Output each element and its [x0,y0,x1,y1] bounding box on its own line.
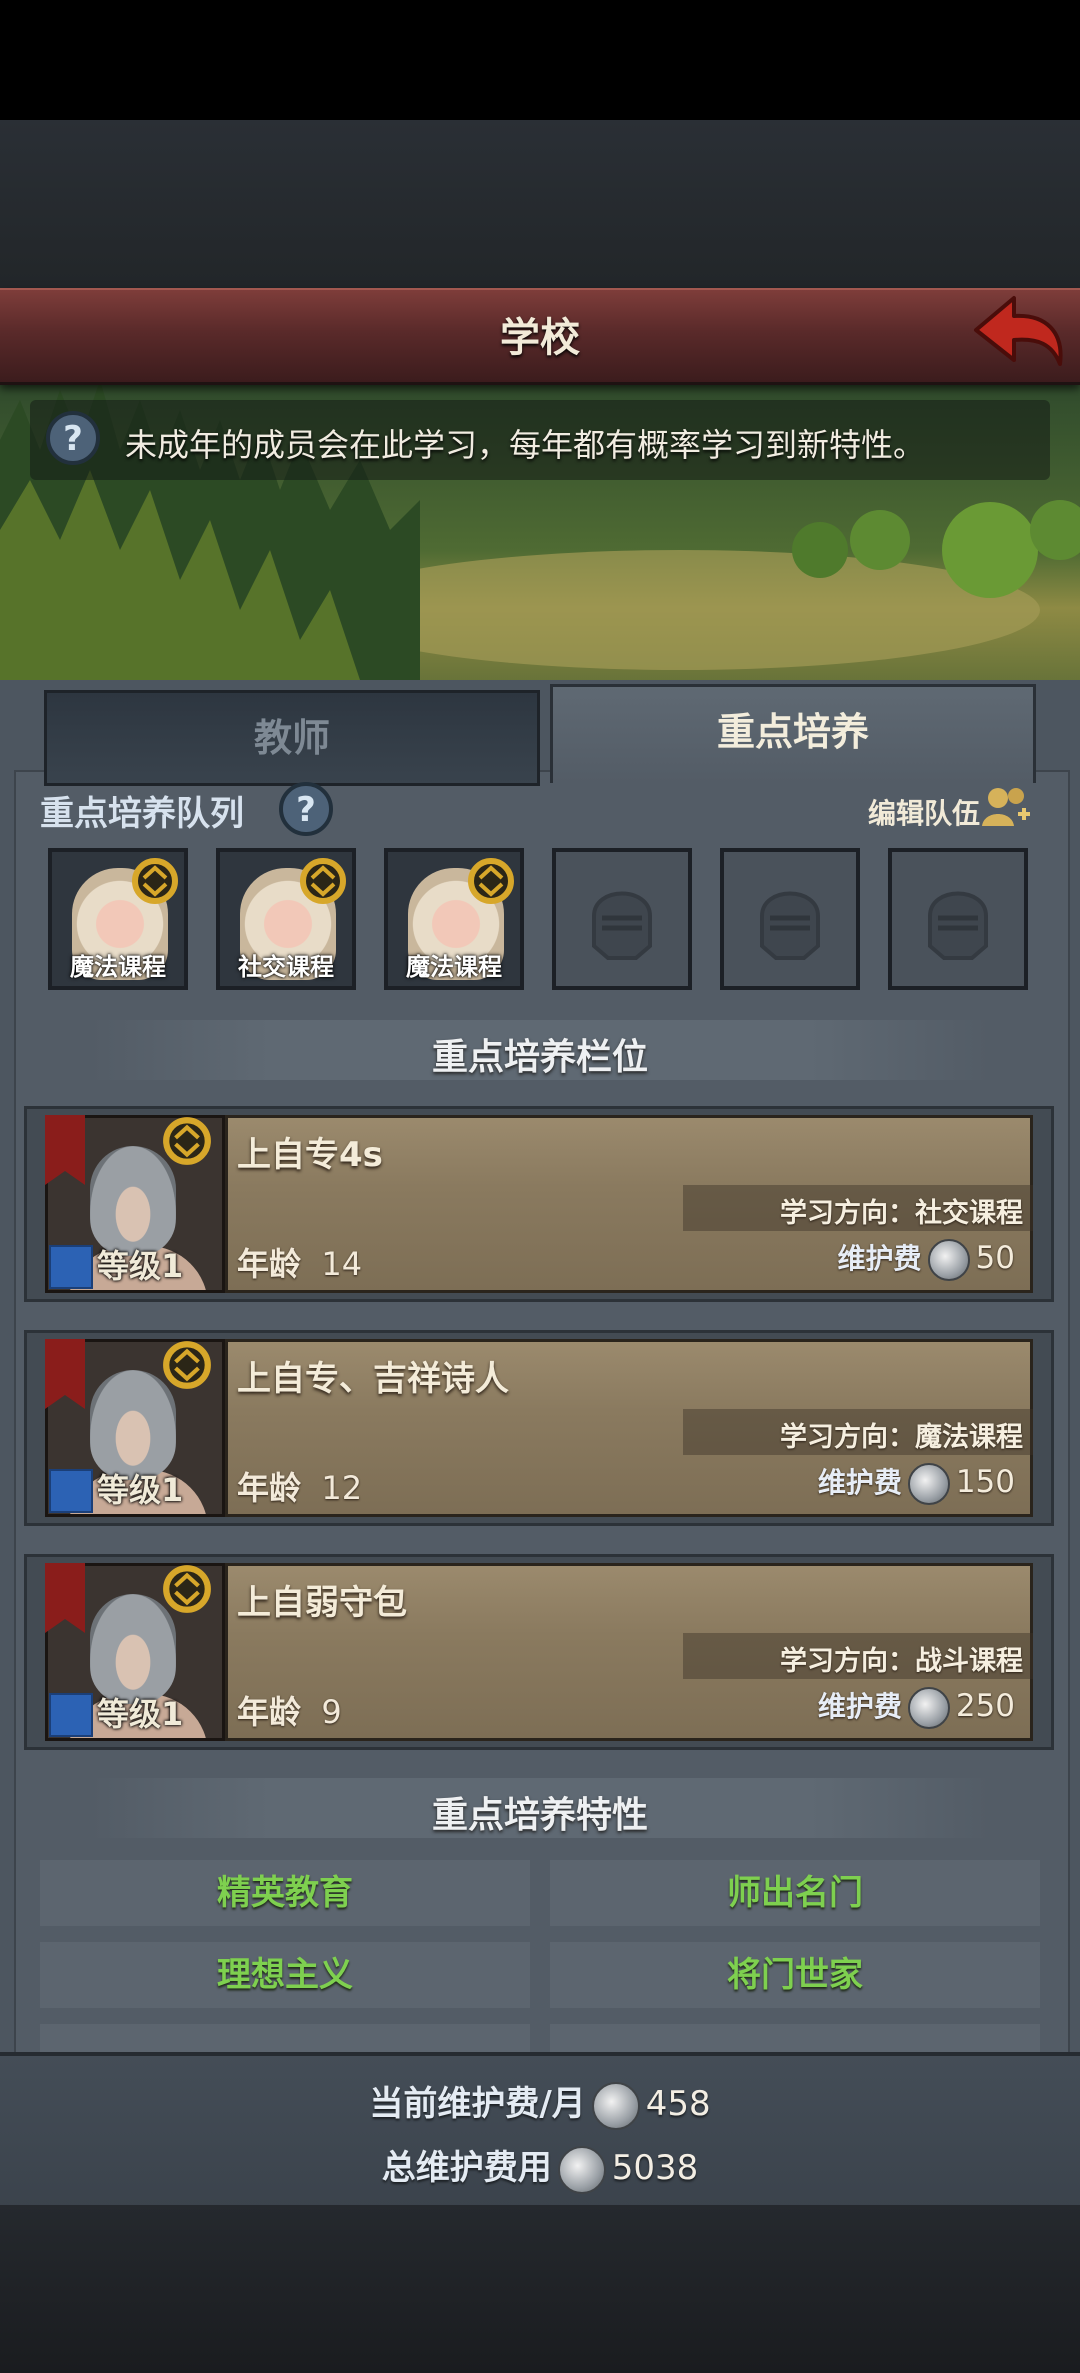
trait-item[interactable]: 理想主义 [40,1942,530,2008]
trait-item[interactable]: 将门世家 [550,1942,1040,2008]
swap-icon[interactable] [130,856,180,906]
member-fee: 维护费 250 [818,1685,1015,1729]
member-fee: 维护费 150 [818,1461,1015,1505]
swap-icon[interactable] [298,856,348,906]
member-level: 等级1 [97,1695,184,1733]
trait-item-partial[interactable] [550,2024,1040,2054]
learning-direction: 学习方向：战斗课程 [780,1646,1023,1677]
back-arrow-icon[interactable] [968,292,1068,372]
slot-course: 魔法课程 [406,953,502,981]
member-age: 年龄 14 [237,1245,363,1283]
bottom-backdrop [0,2205,1080,2373]
empty-helmet-icon [592,891,652,960]
sword-class-icon [49,1245,93,1289]
tab-focus-training[interactable]: 重点培养 [550,684,1036,783]
swap-icon[interactable] [161,1563,213,1615]
member-card[interactable]: 等级1 上自弱守包 学习方向：战斗课程 年龄 9 维护费 250 [24,1554,1054,1750]
edit-team-label[interactable]: 编辑队伍 [868,792,980,832]
empty-queue-slot[interactable] [888,848,1028,990]
total-fee: 总维护费用 5038 [0,2140,1080,2194]
silver-coin-icon [557,2145,606,2194]
learning-direction: 学习方向：魔法课程 [780,1422,1023,1453]
hint-text: 未成年的成员会在此学习，每年都有概率学习到新特性。 [125,426,926,464]
queue-slot[interactable]: 魔法课程 [48,848,188,990]
queue-slot[interactable]: 社交课程 [216,848,356,990]
member-fee: 维护费 50 [838,1237,1015,1281]
learning-direction: 学习方向：社交课程 [780,1198,1023,1229]
queue-label: 重点培养队列 [40,794,244,834]
monthly-fee: 当前维护费/月 458 [0,2076,1080,2130]
edit-team-icon[interactable] [980,784,1032,832]
slot-course: 魔法课程 [70,953,166,981]
silver-coin-icon [907,1462,950,1505]
empty-queue-slot[interactable] [552,848,692,990]
section-title-slots: 重点培养栏位 [431,1037,648,1078]
member-name: 上自专、吉祥诗人 [237,1359,509,1399]
trait-item[interactable]: 师出名门 [550,1860,1040,1926]
slot-course: 社交课程 [238,953,334,981]
silver-coin-icon [907,1686,950,1729]
trait-item-partial[interactable] [40,2024,530,2054]
sword-class-icon [49,1693,93,1737]
swap-icon[interactable] [161,1339,213,1391]
member-level: 等级1 [97,1247,184,1285]
status-area [0,0,1080,120]
svg-text:?: ? [63,419,83,459]
tab-teacher[interactable]: 教师 [44,690,540,786]
trait-item[interactable]: 精英教育 [40,1860,530,1926]
member-card[interactable]: 等级1 上自专、吉祥诗人 学习方向：魔法课程 年龄 12 维护费 150 [24,1330,1054,1526]
member-age: 年龄 12 [237,1469,363,1507]
swap-icon[interactable] [161,1115,213,1167]
svg-text:?: ? [296,790,316,830]
empty-helmet-icon [760,891,820,960]
member-name: 上自专4s [237,1135,383,1175]
section-title-traits: 重点培养特性 [431,1795,648,1836]
top-backdrop [0,120,1080,288]
swap-icon[interactable] [466,856,516,906]
empty-helmet-icon [928,891,988,960]
help-icon[interactable]: ? [277,780,335,838]
member-card[interactable]: 等级1 上自专4s 学习方向：社交课程 年龄 14 维护费 50 [24,1106,1054,1302]
member-age: 年龄 9 [237,1693,342,1731]
member-level: 等级1 [97,1471,184,1509]
queue-slot[interactable]: 魔法课程 [384,848,524,990]
sword-class-icon [49,1469,93,1513]
silver-coin-icon [591,2081,640,2130]
silver-coin-icon [927,1238,970,1281]
help-icon[interactable]: ? [45,410,101,466]
member-name: 上自弱守包 [237,1583,407,1623]
page-title: 学校 [500,315,580,361]
empty-queue-slot[interactable] [720,848,860,990]
